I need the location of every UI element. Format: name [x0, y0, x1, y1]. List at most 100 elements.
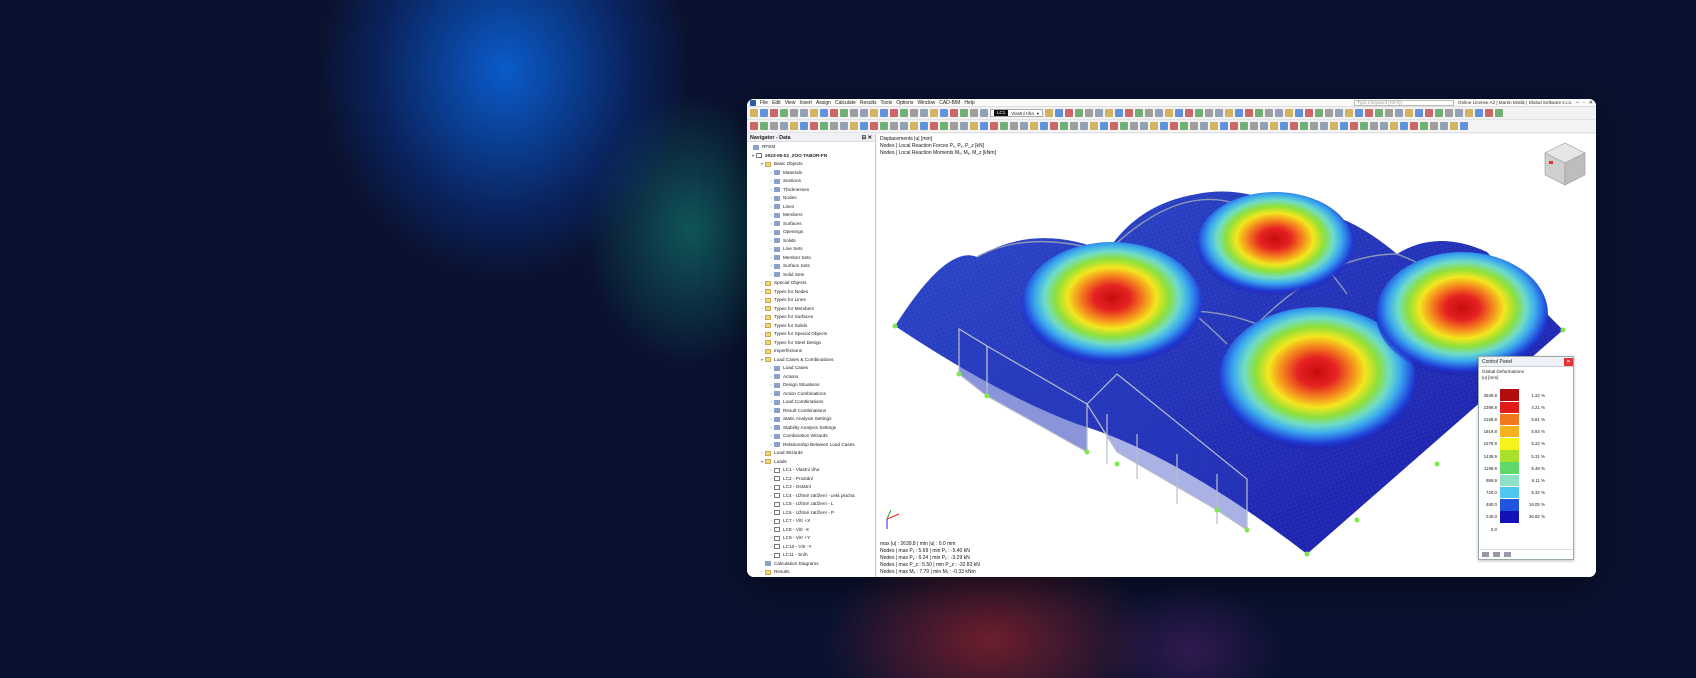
close-button[interactable]: ✕ — [1589, 100, 1593, 106]
keyword-search-input[interactable]: Type a keyword (Alt+Q) — [1354, 99, 1455, 106]
toolbar-button-icon[interactable] — [1465, 109, 1474, 117]
tree-item[interactable]: › LC11 - Sníh — [747, 551, 875, 560]
tree-item[interactable]: › Member Sets — [747, 254, 875, 263]
toolbar-button-icon[interactable] — [1135, 109, 1144, 117]
toolbar-button-icon[interactable] — [1230, 122, 1238, 130]
tree-item[interactable]: › Load Wizards — [747, 449, 875, 458]
toolbar-button-icon[interactable] — [1400, 122, 1408, 130]
toolbar-button-icon[interactable] — [1315, 109, 1324, 117]
toolbar-button-icon[interactable] — [770, 109, 778, 117]
toolbar-button-icon[interactable] — [1440, 122, 1448, 130]
tree-item[interactable]: › Sections — [747, 177, 875, 186]
menu-options[interactable]: Options — [896, 100, 913, 106]
tree-item[interactable]: › LC6 - Užitné zatížení - P — [747, 509, 875, 518]
tree-item[interactable]: › Action Combinations — [747, 390, 875, 399]
tree-item[interactable]: › Types for Members — [747, 305, 875, 314]
toolbar-button-icon[interactable] — [800, 109, 808, 117]
toolbar-button-icon[interactable] — [1095, 109, 1104, 117]
toolbar-button-icon[interactable] — [1310, 122, 1318, 130]
tree-item[interactable]: › Openings — [747, 228, 875, 237]
menu-tools[interactable]: Tools — [881, 100, 893, 106]
toolbar-button-icon[interactable] — [1390, 122, 1398, 130]
toolbar-button-icon[interactable] — [1105, 109, 1114, 117]
toolbar-button-icon[interactable] — [1250, 122, 1258, 130]
close-icon[interactable]: ✕ — [868, 135, 872, 141]
toolbar-button-icon[interactable] — [1100, 122, 1108, 130]
tree-item[interactable]: › LC4 - Užitné zatížení - celá plocha — [747, 492, 875, 501]
tree-item[interactable]: › LC8 - Vítr -X — [747, 526, 875, 535]
tree-item[interactable]: › Types for Surfaces — [747, 313, 875, 322]
toolbar-button-icon[interactable] — [900, 109, 908, 117]
tree-item[interactable]: › LC5 - Užitné zatížení - L — [747, 500, 875, 509]
toolbar-button-icon[interactable] — [920, 109, 928, 117]
toolbar-button-icon[interactable] — [1405, 109, 1414, 117]
tree-item[interactable]: › LC10 - Vítr -Y — [747, 543, 875, 552]
toolbar-button-icon[interactable] — [1305, 109, 1314, 117]
tree-item[interactable]: › Stability Analysis Settings — [747, 424, 875, 433]
toolbar-button-icon[interactable] — [1075, 109, 1084, 117]
toolbar-button-icon[interactable] — [890, 109, 898, 117]
toolbar-button-icon[interactable] — [1175, 109, 1184, 117]
tree-item[interactable]: › Relationship Between Load Cases — [747, 441, 875, 450]
toolbar-button-icon[interactable] — [1190, 122, 1198, 130]
toolbar-button-icon[interactable] — [1420, 122, 1428, 130]
toolbar-button-icon[interactable] — [880, 109, 888, 117]
toolbar-button-icon[interactable] — [960, 109, 968, 117]
toolbar-button-icon[interactable] — [980, 122, 988, 130]
toolbar-button-icon[interactable] — [1290, 122, 1298, 130]
toolbar-button-icon[interactable] — [1335, 109, 1344, 117]
toolbar-button-icon[interactable] — [770, 122, 778, 130]
toolbar-button-icon[interactable] — [1245, 109, 1254, 117]
toolbar-button-icon[interactable] — [1380, 122, 1388, 130]
toolbar-button-icon[interactable] — [1205, 109, 1214, 117]
toolbar-button-icon[interactable] — [1280, 122, 1288, 130]
toolbar-button-icon[interactable] — [820, 122, 828, 130]
toolbar-button-icon[interactable] — [1060, 122, 1068, 130]
toolbar-button-icon[interactable] — [920, 122, 928, 130]
control-panel-close-button[interactable]: ✕ — [1564, 357, 1573, 366]
toolbar-button-icon[interactable] — [990, 122, 998, 130]
view-cube-icon[interactable] — [1541, 139, 1589, 187]
toolbar-button-icon[interactable] — [1160, 122, 1168, 130]
toolbar-button-icon[interactable] — [1050, 122, 1058, 130]
menu-calculate[interactable]: Calculate — [835, 100, 856, 106]
toolbar-button-icon[interactable] — [1085, 109, 1094, 117]
menu-insert[interactable]: Insert — [799, 100, 812, 106]
tree-item[interactable]: › Solids — [747, 237, 875, 246]
toolbar-button-icon[interactable] — [1180, 122, 1188, 130]
toolbar-button-icon[interactable] — [1385, 109, 1394, 117]
pin-icon[interactable]: ⊟ — [862, 135, 866, 141]
toolbar-button-icon[interactable] — [1115, 109, 1124, 117]
toolbar-button-icon[interactable] — [1455, 109, 1464, 117]
toolbar-button-icon[interactable] — [1435, 109, 1444, 117]
toolbar-button-icon[interactable] — [1355, 109, 1364, 117]
toolbar-button-icon[interactable] — [940, 122, 948, 130]
toolbar-button-icon[interactable] — [1000, 122, 1008, 130]
tree-item[interactable]: › Imperfections — [747, 347, 875, 356]
tree-item[interactable]: › Types for Solids — [747, 322, 875, 331]
toolbar-button-icon[interactable] — [1040, 122, 1048, 130]
toolbar-button-icon[interactable] — [970, 122, 978, 130]
toolbar-button-icon[interactable] — [810, 109, 818, 117]
toolbar-button-icon[interactable] — [950, 122, 958, 130]
toolbar-button-icon[interactable] — [1200, 122, 1208, 130]
toolbar-button-icon[interactable] — [1130, 122, 1138, 130]
toolbar-button-icon[interactable] — [1365, 109, 1374, 117]
toolbar-button-icon[interactable] — [1195, 109, 1204, 117]
toolbar-button-icon[interactable] — [750, 122, 758, 130]
toolbar-button-icon[interactable] — [850, 109, 858, 117]
toolbar-button-icon[interactable] — [1055, 109, 1064, 117]
toolbar-button-icon[interactable] — [930, 109, 938, 117]
toolbar-button-icon[interactable] — [830, 122, 838, 130]
tree-item[interactable]: › Actions — [747, 373, 875, 382]
toolbar-button-icon[interactable] — [1045, 109, 1054, 117]
toolbar-button-icon[interactable] — [760, 122, 768, 130]
tree-item[interactable]: › LC7 - Vítr +X — [747, 517, 875, 526]
toolbar-button-icon[interactable] — [940, 109, 948, 117]
toolbar-button-icon[interactable] — [1430, 122, 1438, 130]
toolbar-button-icon[interactable] — [1150, 122, 1158, 130]
toolbar-button-icon[interactable] — [1145, 109, 1154, 117]
tree-item[interactable]: › Combination Wizards — [747, 432, 875, 441]
tree-item[interactable]: › Thicknesses — [747, 186, 875, 195]
toolbar-button-icon[interactable] — [1020, 122, 1028, 130]
